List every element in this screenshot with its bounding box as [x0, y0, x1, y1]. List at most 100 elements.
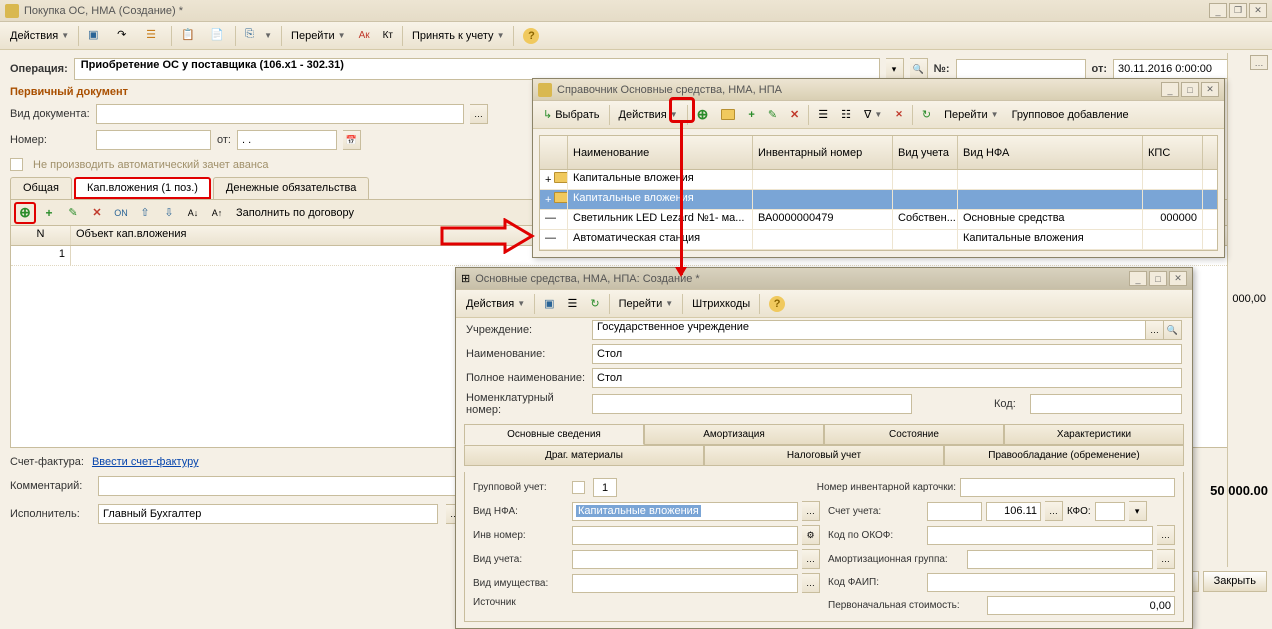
tab-drag[interactable]: Драг. материалы	[464, 445, 704, 466]
minimize-icon[interactable]: _	[1209, 3, 1227, 18]
ref-row[interactable]: + Капитальные вложения	[540, 170, 1217, 190]
ref-del-button[interactable]: ✕	[784, 104, 805, 126]
delete-row-button[interactable]: ✕	[86, 202, 108, 224]
group-acc-checkbox[interactable]	[572, 481, 585, 494]
fill-contract-button[interactable]: Заполнить по договору	[230, 202, 360, 224]
toolbar-icon-5[interactable]: 📄	[204, 25, 232, 47]
executor-field[interactable]	[98, 504, 438, 524]
cr-max-icon[interactable]: □	[1149, 271, 1167, 286]
tab-rights[interactable]: Правообладание (обременение)	[944, 445, 1184, 466]
tab-kap[interactable]: Кап.вложения (1 поз.)	[74, 177, 211, 199]
sort-desc-button[interactable]: A↑	[206, 202, 228, 224]
cr-help-icon[interactable]: ?	[763, 293, 791, 315]
ref-addfolder-button[interactable]	[715, 104, 741, 126]
ref-row-selected[interactable]: + Капитальные вложения	[540, 190, 1217, 210]
tab-amort[interactable]: Амортизация	[644, 424, 824, 445]
invoice-link[interactable]: Ввести счет-фактуру	[92, 456, 199, 468]
edit-row-button[interactable]: ✎	[62, 202, 84, 224]
kfo-field[interactable]	[1095, 502, 1125, 521]
inv-card-field[interactable]	[960, 478, 1175, 497]
ref-hier-button[interactable]: ☰	[812, 104, 834, 126]
ref-tree-button[interactable]: ☷	[835, 104, 857, 126]
ref-col-kps[interactable]: КПС	[1143, 136, 1203, 169]
number-field[interactable]	[956, 59, 1086, 79]
date-field[interactable]: 30.11.2016 0:00:00	[1113, 59, 1238, 79]
actions-menu[interactable]: Действия▼	[4, 25, 75, 47]
toolbar-icon-6[interactable]: ⎘▼	[239, 25, 278, 47]
close-button[interactable]: Закрыть	[1203, 571, 1267, 592]
ref-copy-button[interactable]: +	[742, 104, 760, 126]
tab-tax[interactable]: Налоговый учет	[704, 445, 944, 466]
nfa-pick-icon[interactable]: …	[802, 501, 820, 521]
restore-icon[interactable]: ❐	[1229, 3, 1247, 18]
institution-field[interactable]: Государственное учреждение	[592, 320, 1146, 340]
doc-date-field[interactable]	[237, 130, 337, 150]
ref-group-add-button[interactable]: Групповое добавление	[1006, 104, 1135, 126]
name-field[interactable]	[592, 344, 1182, 364]
toggle-button[interactable]: ON	[110, 202, 132, 224]
tab-money[interactable]: Денежные обязательства	[213, 177, 369, 199]
operation-dropdown-icon[interactable]: ▾	[886, 58, 904, 80]
amort-grp-field[interactable]	[967, 550, 1153, 569]
ref-clear-filter-button[interactable]: ✕	[889, 104, 909, 126]
inv-gen-icon[interactable]: ⚙	[802, 525, 820, 545]
initcost-field[interactable]: 0,00	[987, 596, 1175, 615]
cr-list-button[interactable]: ☰	[562, 293, 584, 315]
advance-checkbox[interactable]	[10, 158, 23, 171]
strip-btn1[interactable]: …	[1250, 55, 1268, 70]
ref-close-icon[interactable]: ✕	[1201, 82, 1219, 97]
goto-menu[interactable]: Перейти▼	[285, 25, 352, 47]
ref-max-icon[interactable]: □	[1181, 82, 1199, 97]
inst-pick-icon[interactable]: …	[1146, 320, 1164, 340]
ref-min-icon[interactable]: _	[1161, 82, 1179, 97]
toolbar-icon-2[interactable]: ↷	[111, 25, 139, 47]
amort-pick-icon[interactable]: …	[1157, 549, 1175, 569]
cr-barcodes-button[interactable]: Штрихкоды	[686, 293, 756, 315]
cr-min-icon[interactable]: _	[1129, 271, 1147, 286]
accept-button[interactable]: Принять к учету▼	[406, 25, 510, 47]
doc-number-field[interactable]	[96, 130, 211, 150]
ref-col-acc[interactable]: Вид учета	[893, 136, 958, 169]
ref-goto-menu[interactable]: Перейти▼	[938, 104, 1005, 126]
toolbar-icon-kt[interactable]: Кт	[377, 25, 399, 47]
cr-actions-menu[interactable]: Действия▼	[460, 293, 531, 315]
inst-search-icon[interactable]: 🔍	[1164, 320, 1182, 340]
vid-nfa-field[interactable]: Капитальные вложения	[572, 502, 798, 521]
sort-asc-button[interactable]: A↓	[182, 202, 204, 224]
nomen-field[interactable]	[592, 394, 912, 414]
doc-date-picker-icon[interactable]: 📅	[343, 130, 361, 150]
code-field[interactable]	[1030, 394, 1182, 414]
ref-edit-button[interactable]: ✎	[762, 104, 783, 126]
close-icon[interactable]: ✕	[1249, 3, 1267, 18]
acc-kps-field[interactable]	[927, 502, 982, 521]
toolbar-icon-ak[interactable]: Aк	[353, 25, 376, 47]
toolbar-icon-4[interactable]: 📋	[175, 25, 203, 47]
comment-field[interactable]	[98, 476, 463, 496]
vid-uch-field[interactable]	[572, 550, 798, 569]
vid-im-field[interactable]	[572, 574, 798, 593]
okof-pick-icon[interactable]: …	[1157, 525, 1175, 545]
group-val[interactable]: 1	[593, 478, 617, 497]
ref-select-button[interactable]: ↳Выбрать	[537, 104, 606, 126]
cr-refresh-button[interactable]: ↻	[584, 293, 605, 315]
ref-filter-button[interactable]: ∇▼	[858, 104, 888, 126]
inv-num-field[interactable]	[572, 526, 798, 545]
ref-refresh-button[interactable]: ↻	[916, 104, 937, 126]
acc-pick-icon[interactable]: …	[1045, 501, 1063, 521]
toolbar-icon-1[interactable]: ▣	[82, 25, 110, 47]
operation-search-icon[interactable]: 🔍	[910, 58, 928, 80]
copy-row-button[interactable]: +	[38, 202, 60, 224]
vidim-pick-icon[interactable]: …	[802, 573, 820, 593]
cr-save-button[interactable]: ▣	[538, 293, 560, 315]
tab-state[interactable]: Состояние	[824, 424, 1004, 445]
tab-main-info[interactable]: Основные сведения	[464, 424, 644, 445]
doc-type-field[interactable]	[96, 104, 464, 124]
ref-col-nfa[interactable]: Вид НФА	[958, 136, 1143, 169]
ref-row[interactable]: — Светильник LED Lezard №1- ма... ВА0000…	[540, 210, 1217, 230]
ref-col-name[interactable]: Наименование	[568, 136, 753, 169]
kfo-dd-icon[interactable]: ▾	[1129, 501, 1147, 521]
toolbar-icon-3[interactable]: ☰	[140, 25, 168, 47]
help-icon[interactable]: ?	[517, 25, 545, 47]
operation-field[interactable]: Приобретение ОС у поставщика (106.x1 - 3…	[74, 58, 880, 80]
tab-common[interactable]: Общая	[10, 177, 72, 199]
